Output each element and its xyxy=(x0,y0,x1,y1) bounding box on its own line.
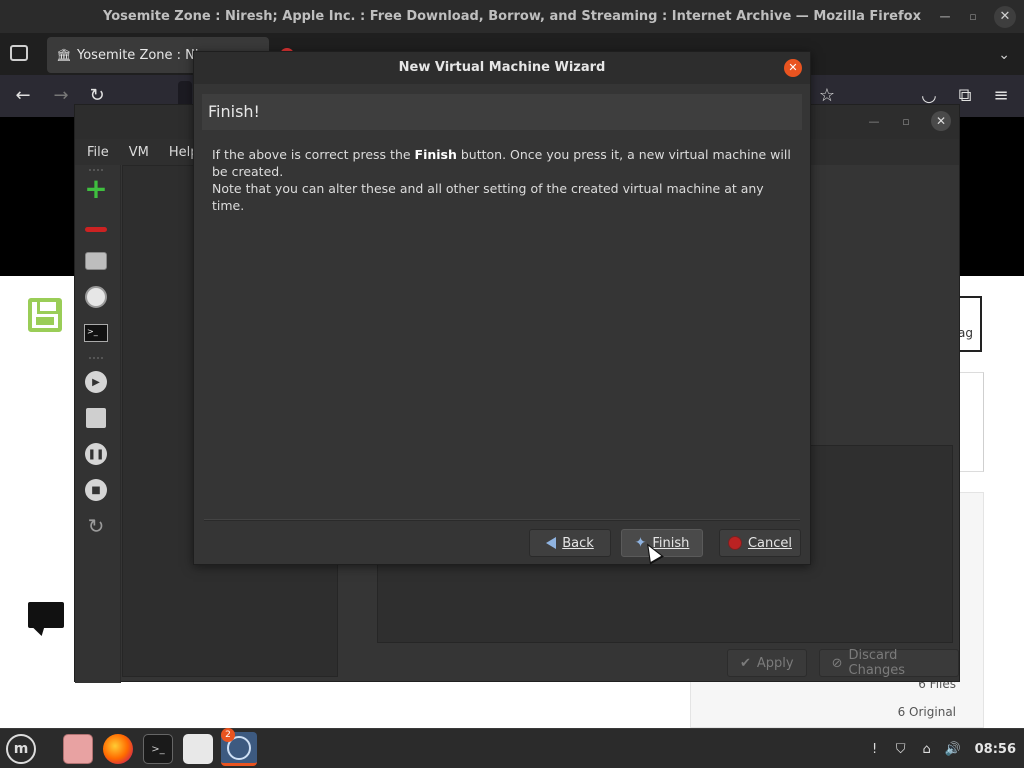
wizard-titlebar: New Virtual Machine Wizard ✕ xyxy=(194,52,810,84)
discard-label: Discard Changes xyxy=(848,648,906,678)
add-vm-button[interactable]: + xyxy=(84,172,108,205)
wizard-text-bold: Finish xyxy=(414,147,457,162)
toolbar-separator xyxy=(89,169,103,171)
close-icon[interactable]: ✕ xyxy=(784,59,802,77)
discard-icon: ⊘ xyxy=(831,655,843,671)
qemu-toolbar: + >_ ▶ ❚❚ ■ ↻ xyxy=(75,165,121,683)
extensions-icon[interactable]: ⧉ xyxy=(954,84,976,106)
pause-icon: ❚❚ xyxy=(85,443,107,465)
forward-arrow-icon[interactable]: → xyxy=(50,84,72,106)
minimize-icon[interactable]: — xyxy=(938,10,952,24)
clock-button[interactable] xyxy=(84,285,108,309)
wizard-paragraph-2: Note that you can alter these and all ot… xyxy=(212,181,764,213)
disk-button[interactable] xyxy=(84,249,108,273)
remove-vm-button[interactable] xyxy=(84,213,108,237)
close-icon[interactable]: ✕ xyxy=(994,5,1016,28)
cancel-icon xyxy=(727,536,742,550)
hard-disk-icon xyxy=(85,252,107,270)
firefox-window-controls: — ▫ ✕ xyxy=(938,0,1016,33)
notification-icon[interactable]: ! xyxy=(867,741,883,757)
back-button[interactable]: Back xyxy=(529,529,611,557)
pocket-icon[interactable]: ◡ xyxy=(918,84,940,106)
wizard-page-header: Finish! xyxy=(202,94,802,130)
reload-icon[interactable]: ↻ xyxy=(86,84,108,106)
network-icon[interactable]: ⌂ xyxy=(919,741,935,757)
qemu-bottom-buttons: ✔ Apply ⊘ Discard Changes xyxy=(727,648,959,678)
toolbar-separator xyxy=(89,357,103,359)
mint-logo-icon: m xyxy=(13,741,29,757)
qemu-window-controls: — ▫ ✕ xyxy=(867,111,951,131)
volume-icon[interactable]: 🔊 xyxy=(945,741,961,757)
system-tray: ! ⛉ ⌂ 🔊 08:56 xyxy=(867,729,1016,768)
tab-list-icon[interactable] xyxy=(10,45,28,61)
internet-archive-icon: 🏛 xyxy=(56,48,72,62)
stop-vm-button[interactable]: ■ xyxy=(84,478,108,502)
discard-changes-button[interactable]: ⊘ Discard Changes xyxy=(818,648,959,678)
firefox-titlebar: Yosemite Zone : Niresh; Apple Inc. : Fre… xyxy=(0,0,1024,33)
clock[interactable]: 08:56 xyxy=(975,742,1016,757)
tab-label: Yosemite Zone : Nir xyxy=(77,47,204,63)
cancel-button[interactable]: Cancel xyxy=(719,529,801,557)
terminal-button[interactable]: >_ xyxy=(84,321,108,345)
reload-icon: ↻ xyxy=(87,514,105,538)
close-icon[interactable]: ✕ xyxy=(931,111,951,131)
taskbar: m >_ ! ⛉ ⌂ 🔊 08:56 xyxy=(0,728,1024,768)
original-count[interactable]: 6 Original xyxy=(898,705,956,719)
save-icon xyxy=(86,408,106,428)
software-manager-icon[interactable] xyxy=(183,734,213,764)
wizard-paragraph-1: If the above is correct press the Finish… xyxy=(212,146,792,180)
wizard-text-pre: If the above is correct press the xyxy=(212,147,415,162)
apply-label: Apply xyxy=(756,655,794,671)
save-vm-button[interactable] xyxy=(84,406,108,430)
shield-icon[interactable]: ⛉ xyxy=(893,741,909,757)
checkmark-icon: ✔ xyxy=(740,655,751,671)
play-icon: ▶ xyxy=(85,371,107,393)
chat-bubble-icon[interactable] xyxy=(28,602,64,628)
firefox-app-icon[interactable] xyxy=(103,734,133,764)
back-arrow-icon[interactable]: ← xyxy=(12,84,34,106)
arrow-left-icon xyxy=(546,537,557,549)
stop-icon: ■ xyxy=(85,479,107,501)
firefox-window-title: Yosemite Zone : Niresh; Apple Inc. : Fre… xyxy=(103,9,921,24)
back-label: Back xyxy=(562,535,594,551)
terminal-app-icon[interactable]: >_ xyxy=(143,734,173,764)
notification-badge: 2 xyxy=(221,728,235,742)
menu-vm[interactable]: VM xyxy=(129,145,149,160)
cancel-label: Cancel xyxy=(747,535,793,551)
terminal-icon: >_ xyxy=(84,324,108,342)
chevron-down-icon[interactable]: ⌄ xyxy=(998,47,1010,63)
reset-vm-button[interactable]: ↻ xyxy=(84,514,108,538)
wizard-title: New Virtual Machine Wizard xyxy=(398,60,606,75)
clock-icon xyxy=(85,286,107,308)
wizard-description: If the above is correct press the Finish… xyxy=(212,146,792,214)
save-floppy-icon[interactable] xyxy=(28,298,62,332)
menu-file[interactable]: File xyxy=(87,145,109,160)
minus-icon xyxy=(85,227,107,232)
new-vm-wizard-dialog: New Virtual Machine Wizard ✕ Finish! If … xyxy=(193,51,811,565)
minimize-icon[interactable]: — xyxy=(867,115,881,128)
start-menu-button[interactable]: m xyxy=(6,734,36,764)
files-app-icon[interactable] xyxy=(63,734,93,764)
apply-button[interactable]: ✔ Apply xyxy=(727,649,807,677)
flag-label: ag xyxy=(958,326,973,340)
hamburger-menu-icon[interactable]: ≡ xyxy=(990,84,1012,106)
maximize-icon[interactable]: ▫ xyxy=(899,115,913,128)
start-vm-button[interactable]: ▶ xyxy=(84,370,108,394)
bookmark-star-icon[interactable]: ☆ xyxy=(816,84,838,106)
plus-icon: + xyxy=(84,172,108,205)
maximize-icon[interactable]: ▫ xyxy=(966,10,980,24)
pause-vm-button[interactable]: ❚❚ xyxy=(84,442,108,466)
wizard-separator xyxy=(204,519,800,521)
